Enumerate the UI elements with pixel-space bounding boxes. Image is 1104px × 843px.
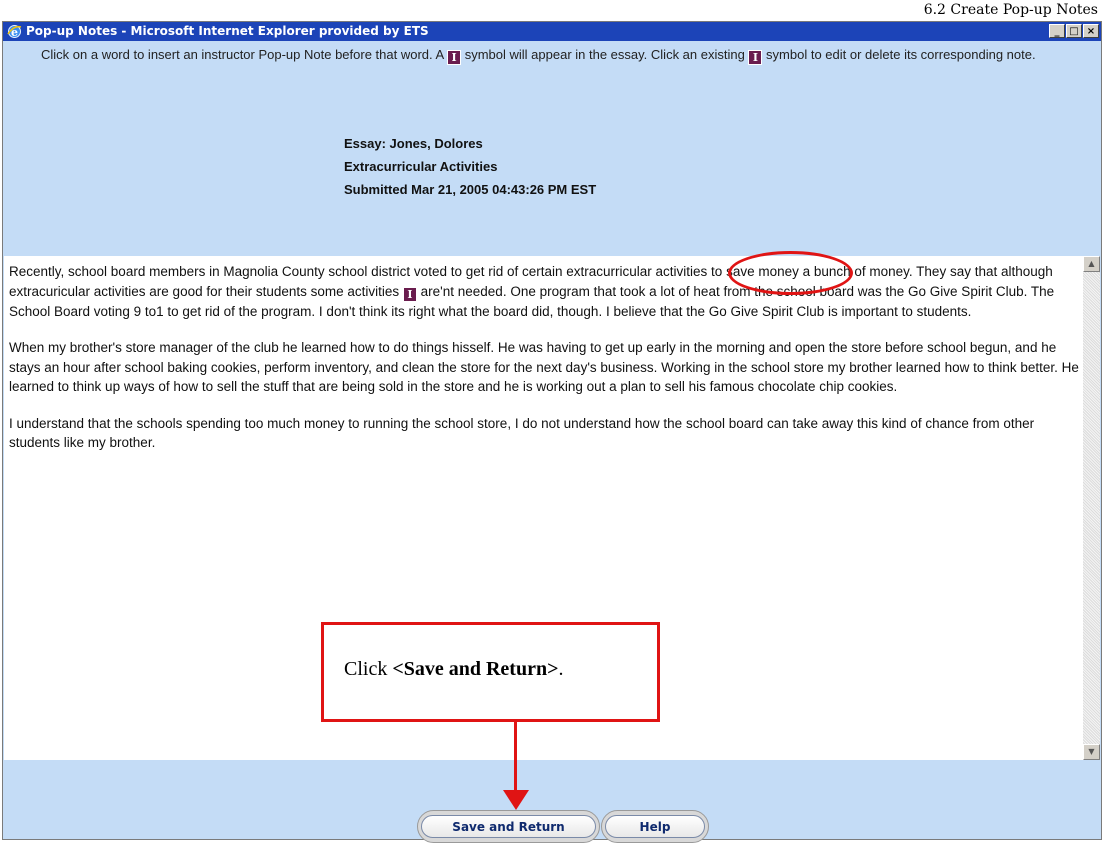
window-title: Pop-up Notes - Microsoft Internet Explor… bbox=[26, 24, 429, 38]
pop-up-note-icon[interactable]: I bbox=[402, 286, 417, 302]
help-button[interactable]: Help bbox=[601, 810, 709, 843]
essay-submitted-date: Submitted Mar 21, 2005 04:43:26 PM EST bbox=[344, 182, 597, 197]
essay-header: Essay: Jones, Dolores Extracurricular Ac… bbox=[344, 132, 596, 201]
close-button[interactable]: × bbox=[1083, 24, 1099, 38]
callout-arrow-line bbox=[514, 722, 517, 792]
title-bar: e Pop-up Notes - Microsoft Internet Expl… bbox=[3, 22, 1101, 41]
essay-author: Essay: Jones, Dolores bbox=[344, 136, 483, 151]
internet-explorer-icon: e bbox=[7, 25, 22, 39]
window-controls: _ □ × bbox=[1048, 24, 1099, 39]
help-label[interactable]: Help bbox=[605, 815, 705, 838]
instructions-text: Click on a word to insert an instructor … bbox=[41, 47, 1036, 65]
essay-paragraph-1[interactable]: Recently, school board members in Magnol… bbox=[9, 262, 1081, 321]
scroll-down-button[interactable]: ▼ bbox=[1083, 744, 1100, 760]
browser-window: e Pop-up Notes - Microsoft Internet Expl… bbox=[2, 21, 1102, 843]
essay-paragraph-3[interactable]: I understand that the schools spending t… bbox=[9, 414, 1081, 453]
pop-up-note-symbol-icon: I bbox=[447, 50, 462, 65]
callout-arrow-head bbox=[503, 790, 529, 810]
page-header: 6.2 Create Pop-up Notes bbox=[923, 2, 1098, 18]
essay-title: Extracurricular Activities bbox=[344, 159, 498, 174]
pop-up-note-symbol-icon: I bbox=[748, 50, 763, 65]
scroll-up-button[interactable]: ▲ bbox=[1083, 256, 1100, 272]
save-and-return-label[interactable]: Save and Return bbox=[421, 815, 596, 838]
highlight-circle bbox=[728, 251, 853, 295]
minimize-button[interactable]: _ bbox=[1049, 24, 1065, 38]
essay-paragraph-2[interactable]: When my brother's store manager of the c… bbox=[9, 338, 1081, 397]
maximize-button[interactable]: □ bbox=[1066, 24, 1082, 38]
essay-text[interactable]: Recently, school board members in Magnol… bbox=[9, 262, 1081, 470]
vertical-scrollbar[interactable]: ▲ ▼ bbox=[1083, 256, 1100, 760]
instruction-callout: Click <Save and Return>. bbox=[321, 622, 660, 722]
save-and-return-button[interactable]: Save and Return bbox=[417, 810, 600, 843]
